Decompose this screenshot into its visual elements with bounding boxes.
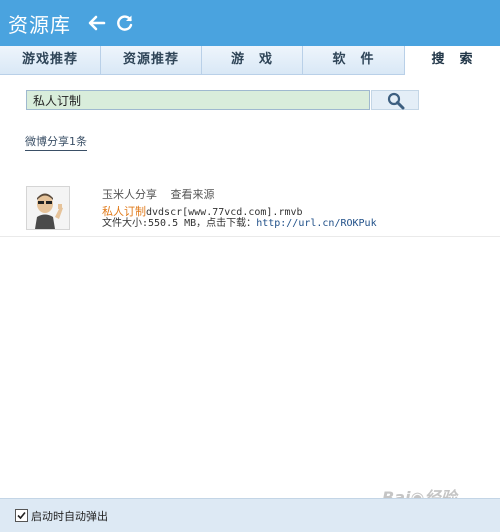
poster-line: 玉米人分享 查看来源 — [102, 186, 225, 202]
tab-software[interactable]: 软 件 — [303, 46, 405, 74]
tab-bar: 游戏推荐 资源推荐 游 戏 软 件 搜 索 — [0, 46, 500, 75]
back-arrow-icon[interactable] — [86, 12, 108, 34]
autostart-label[interactable]: 启动时自动弹出 — [31, 508, 108, 524]
avatar — [26, 186, 70, 230]
view-source-link[interactable]: 查看来源 — [171, 188, 215, 201]
result-divider — [0, 236, 500, 237]
file-size-text: 文件大小:550.5 MB，点击下载： — [102, 218, 257, 229]
post-info: 文件大小:550.5 MB，点击下载：http://url.cn/ROKPuk — [102, 214, 377, 229]
tab-game-recommend[interactable]: 游戏推荐 — [0, 46, 101, 74]
download-link[interactable]: http://url.cn/ROKPuk — [256, 218, 376, 229]
tab-resource-recommend[interactable]: 资源推荐 — [101, 46, 202, 74]
tab-search[interactable]: 搜 索 — [405, 46, 500, 75]
tab-games[interactable]: 游 戏 — [202, 46, 303, 74]
title-bar: 资源库 — [0, 0, 500, 46]
app-title: 资源库 — [8, 13, 71, 37]
search-icon — [387, 92, 405, 110]
autostart-checkbox[interactable] — [15, 509, 28, 522]
result-count-link[interactable]: 微博分享1条 — [25, 133, 87, 151]
refresh-icon[interactable] — [114, 12, 136, 34]
search-button[interactable] — [371, 90, 419, 110]
poster-name[interactable]: 玉米人分享 — [102, 188, 157, 201]
search-input[interactable] — [26, 90, 370, 110]
checkmark-icon — [17, 511, 26, 520]
footer-bar: 启动时自动弹出 — [0, 498, 500, 532]
